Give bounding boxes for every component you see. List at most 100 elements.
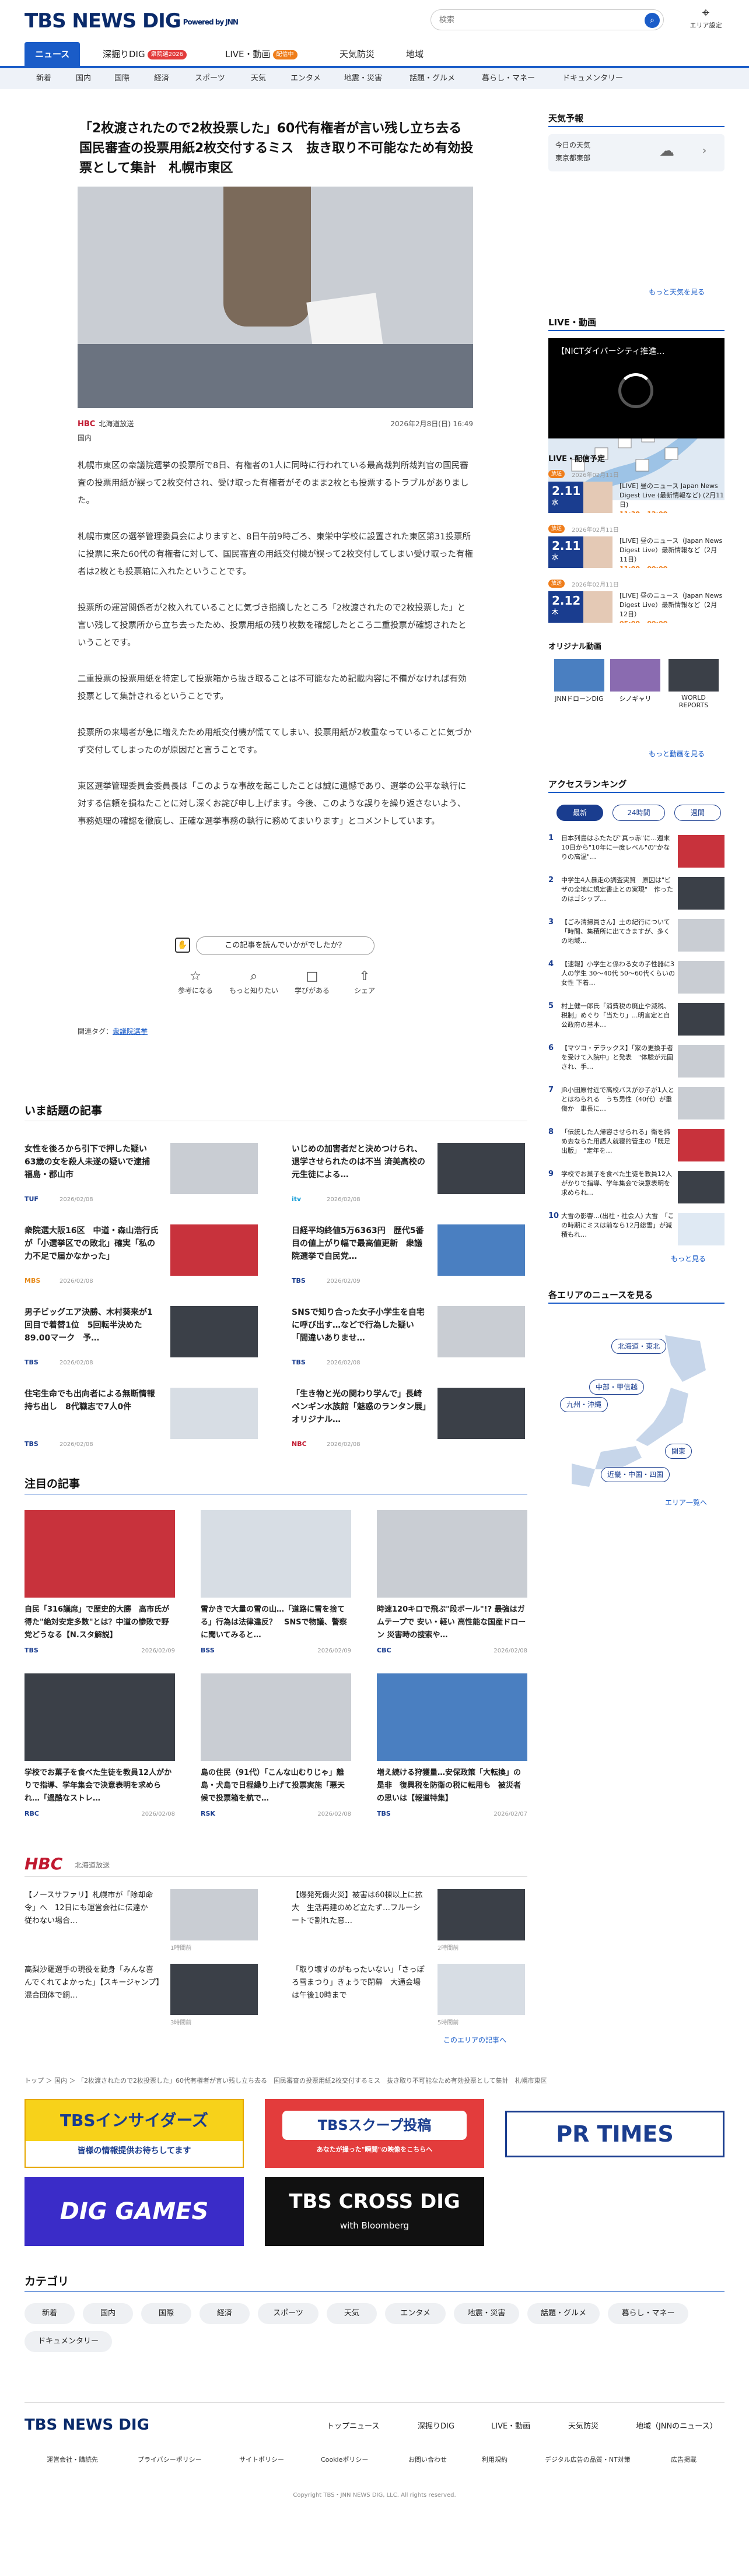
reaction-learn[interactable]: □ 学びがある — [286, 968, 338, 995]
chevron-right-icon[interactable]: › — [702, 145, 706, 157]
ranking-item[interactable]: 4 【速報】小学生と係わる女の子性器に3人の学生 30〜40代 50〜60代くら… — [548, 960, 724, 998]
ranking-item[interactable]: 6 【マツコ・デラックス】「家の更換手者を受けて入院中」と発表 "体験が元固され… — [548, 1044, 724, 1082]
reaction-question-button[interactable]: この記事を読んでいかがでしたか？ — [196, 936, 374, 955]
footer-nav-item[interactable]: 天気防災 — [568, 2420, 598, 2431]
program-shinogyari[interactable]: シノギャリ — [610, 659, 660, 703]
trending-item[interactable]: 住宅生命でも出向者による無断情報持ち出し 8代職志で7人0件 TBS 2026/… — [24, 1388, 258, 1452]
hbc-more-link[interactable]: このエリアの記事へ — [443, 2035, 506, 2045]
subnav-item[interactable]: 地震・災害 — [344, 68, 382, 89]
subnav-item[interactable]: 暮らし・マネー — [482, 68, 535, 89]
trending-item[interactable]: 「生き物と光の関わり学んで」長崎ペンギン水族館「魅惑のランタン展」オリジナル… … — [292, 1388, 525, 1452]
area-setting-button[interactable]: ⌖ エリア設定 — [682, 6, 729, 35]
ranking-item[interactable]: 5 村上健一郎氏「消費税の廃止や減税、税制」めぐり「当たり」...明言定と自公政… — [548, 1002, 724, 1040]
category-chip[interactable]: 経済 — [200, 2303, 250, 2324]
search-icon[interactable]: ⌕ — [645, 13, 660, 28]
ranking-tab-24h[interactable]: 24時間 — [612, 805, 665, 821]
ranking-more-link[interactable]: もっと見る — [671, 1254, 706, 1264]
hbc-item[interactable]: 高梨沙羅選手の現役を動身「みんな喜んでくれてよかった」【スキージャンプ】混合団体… — [24, 1964, 258, 2028]
tag-link[interactable]: 衆議院選挙 — [113, 1027, 148, 1036]
trending-item[interactable]: 衆院選大阪16区 中道・森山浩行氏が「小選挙区での敗北」確実「私の力不足で届かな… — [24, 1224, 258, 1289]
hbc-logo[interactable]: HBC — [24, 1854, 62, 1873]
reaction-helpful[interactable]: ☆ 参考になる — [169, 968, 222, 995]
ranking-item[interactable]: 1 日本列島はふたたび"真っ赤"に…週末10日から"10年に一度レベル"の"かな… — [548, 834, 724, 872]
program-world[interactable]: WORLD REPORTS — [668, 659, 719, 709]
featured-card[interactable]: 島の住民（91代）「こんな山むりじゃ」離島・犬島で日程繰り上げて投票実施「悪天候… — [201, 1673, 351, 1825]
programs-more-link[interactable]: もっと動画を見る — [649, 749, 705, 759]
footer-link[interactable]: サイトポリシー — [239, 2455, 284, 2464]
subnav-item[interactable]: 経済 — [154, 68, 169, 89]
featured-card[interactable]: 雪かきで大量の雪の山…「道路に雪を捨てる」行為は法律違反？ SNSで物議、警察に… — [201, 1510, 351, 1662]
subnav-item[interactable]: 天気 — [251, 68, 266, 89]
banner-insiders[interactable]: TBSインサイダーズ 皆様の情報提供お待ちしてます — [24, 2099, 244, 2168]
footer-link[interactable]: 利用規約 — [482, 2455, 508, 2464]
nav-weather[interactable]: 天気防災 — [340, 42, 374, 66]
hbc-item[interactable]: 「取り壊すのがもったいない」「さっぽろ雪まつり」きょうで閉幕 大通会場は午後10… — [292, 1964, 525, 2028]
footer-link[interactable]: プライバシーポリシー — [138, 2455, 202, 2464]
footer-logo[interactable]: TBS NEWS DIG — [24, 2416, 149, 2434]
trending-item[interactable]: 男子ビッグエア決勝、木村葵来が1回目で着替1位 5回転半決めた89.00マーク … — [24, 1306, 258, 1370]
weather-more-link[interactable]: もっと天気を見る — [649, 287, 705, 297]
schedule-item[interactable]: 放送 2026年02月11日 2.11 水 [LIVE] 昼のニュース（Japan… — [548, 525, 724, 569]
ranking-tab-week[interactable]: 週間 — [674, 805, 721, 821]
category-chip[interactable]: 暮らし・マネー — [608, 2303, 688, 2324]
footer-link[interactable]: 広告掲載 — [671, 2455, 696, 2464]
area-kyushu-button[interactable]: 九州・沖縄 — [560, 1397, 608, 1412]
banner-dig-games[interactable]: DIG GAMES — [24, 2177, 244, 2246]
footer-link[interactable]: 運営会社・購読先 — [47, 2455, 98, 2464]
footer-nav-item[interactable]: 地域（JNNのニュース） — [636, 2420, 718, 2431]
category-chip[interactable]: 新着 — [24, 2303, 75, 2324]
featured-card[interactable]: 学校でお菓子を食べた生徒を教員12人がかりで指導、学年集会で決意表明を求められ…… — [24, 1673, 175, 1825]
search-input[interactable] — [439, 13, 626, 26]
ranking-item[interactable]: 7 JR小田原付近で高校バスが沙子が1人ととはねられる うち男性（40代）が重傷… — [548, 1086, 724, 1124]
subnav-item[interactable]: 国内 — [76, 68, 91, 89]
site-logo[interactable]: TBS NEWS DIG Powered by JNN — [24, 9, 239, 33]
program-drone[interactable]: JNNドローンDIG — [554, 659, 604, 703]
search-box[interactable]: ⌕ — [430, 9, 664, 30]
area-more-link[interactable]: エリア一覧へ — [665, 1497, 707, 1507]
nav-news[interactable]: ニュース — [24, 42, 80, 66]
featured-card[interactable]: 増え続ける狩獲量…安保政策「大転換」の是非 復興税を防衛の税に転用も 被災者の思… — [377, 1673, 527, 1825]
weather-widget[interactable]: 今日の天気 東京都東部 ☁ › — [548, 134, 724, 171]
subnav-item[interactable]: 国際 — [114, 68, 130, 89]
subnav-item[interactable]: エンタメ — [290, 68, 321, 89]
footer-link[interactable]: Cookieポリシー — [321, 2455, 368, 2464]
reaction-more[interactable]: ⌕ もっと知りたい — [228, 968, 280, 995]
category-chip[interactable]: 国際 — [141, 2303, 191, 2324]
article-source[interactable]: HBC 北海道放送 — [78, 419, 134, 429]
nav-region[interactable]: 地域 — [406, 42, 424, 66]
trending-item[interactable]: 日経平均終値5万6363円 歴代5番目の値上がり幅で最高値更新 衆議院選挙で自民… — [292, 1224, 525, 1289]
ranking-item[interactable]: 10 大雪の影響…(出社・社会人) 大雪 「この時期にミスは前なら12月総雪」が… — [548, 1212, 724, 1250]
banner-scoop[interactable]: TBSスクープ投稿 あなたが撮った"瞬間"の映像をこちらへ — [265, 2099, 484, 2168]
category-chip[interactable]: 話題・グルメ — [527, 2303, 600, 2324]
trending-item[interactable]: 女性を後ろから引下で押した疑い 63歳の女を殺人未遂の疑いで逮捕 福島・郡山市 … — [24, 1143, 258, 1207]
subnav-item[interactable]: スポーツ — [195, 68, 225, 89]
category-chip[interactable]: 天気 — [327, 2303, 377, 2324]
nav-dig[interactable]: 深掘りDIG 衆院選2026 — [103, 42, 187, 66]
trending-item[interactable]: いじめの加害者だと決めつけられ、退学させられたのは不当 済美高校の元生徒による…… — [292, 1143, 525, 1207]
schedule-item[interactable]: 放送 2026年02月11日 2.11 水 [LIVE] 昼のニュース Japan… — [548, 470, 724, 514]
category-chip[interactable]: ドキュメンタリー — [24, 2331, 112, 2352]
schedule-item[interactable]: 放送 2026年02月11日 2.12 木 [LIVE] 昼のニュース（Japan… — [548, 580, 724, 624]
live-player[interactable]: 【NICTダイバーシティ推進… — [548, 338, 724, 438]
subnav-item[interactable]: 新着 — [36, 68, 51, 89]
featured-card[interactable]: 時速120キロで飛ぶ"段ボール"!? 最強はガムテープで 安い・軽い 高性能な国… — [377, 1510, 527, 1662]
nav-live[interactable]: LIVE・動画 配信中 — [225, 42, 298, 66]
banner-prtimes[interactable]: PR TIMES — [505, 2111, 724, 2157]
breadcrumb[interactable]: トップ ＞ 国内 ＞ 「2枚渡されたので2枚投票した」60代有権者が言い残し立ち… — [24, 2076, 724, 2085]
footer-link[interactable]: デジタル広告の品質・NT対策 — [545, 2455, 631, 2464]
ranking-item[interactable]: 3 【ごみ清掃員さん】土の紀行について「時間、集積所に出てきますが、多くの地域… — [548, 918, 724, 956]
ranking-item[interactable]: 9 学校でお菓子を食べた生徒を教員12人がかりで指導、学年集会で決意表明を求めら… — [548, 1170, 724, 1208]
ranking-item[interactable]: 8 「伝統した人帰容させられる」衛を締め去ならた用語人就寝的管主の「既足出版」 … — [548, 1128, 724, 1166]
footer-nav-item[interactable]: トップニュース — [327, 2420, 379, 2431]
footer-nav-item[interactable]: 深掘りDIG — [418, 2420, 454, 2431]
subnav-item[interactable]: 話題・グルメ — [410, 68, 455, 89]
share-button[interactable]: ⇧ シェア — [338, 968, 391, 995]
category-chip[interactable]: 国内 — [83, 2303, 133, 2324]
trending-item[interactable]: SNSで知り合った女子小学生を自宅に呼び出す…などで行為した疑い「間違いありませ… — [292, 1306, 525, 1370]
subnav-item[interactable]: ドキュメンタリー — [562, 68, 623, 89]
area-hokkaido-tohoku-button[interactable]: 北海道・東北 — [611, 1339, 667, 1354]
featured-card[interactable]: 自民「316議席」で歴史的大勝 高市氏が得た"絶対安定多数"とは？中道の惨敗で野… — [24, 1510, 175, 1662]
banner-cross-dig[interactable]: TBS CROSS DIG with Bloomberg — [265, 2177, 484, 2246]
area-kanto-button[interactable]: 関東 — [665, 1444, 692, 1459]
footer-link[interactable]: お問い合わせ — [408, 2455, 447, 2464]
